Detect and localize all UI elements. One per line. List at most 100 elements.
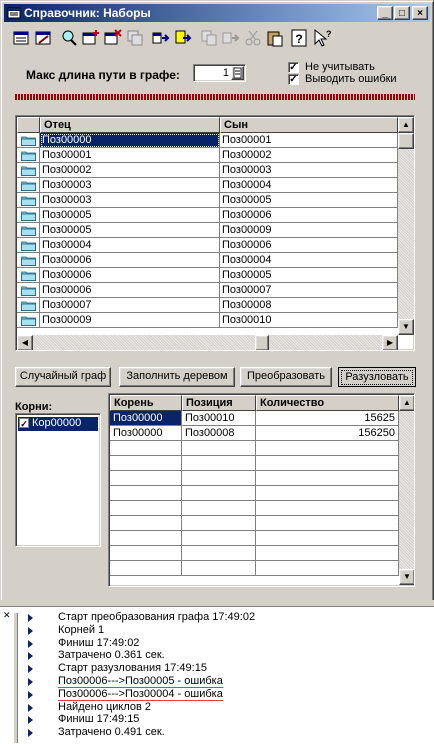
column-header-father[interactable]: Отец [40,117,220,133]
cell-father[interactable]: Поз00005 [40,208,220,223]
cell-son[interactable]: Поз00010 [220,313,398,328]
cell-son[interactable]: Поз00008 [220,298,398,313]
show-errors-checkbox[interactable]: ✓ [288,74,299,85]
cell-son[interactable]: Поз00002 [220,148,398,163]
export-icon[interactable] [173,28,193,48]
fill-tree-button[interactable]: Заполнить деревом [119,367,235,387]
table-row[interactable]: Поз00006 Поз00007 [17,283,398,298]
cell-father[interactable]: Поз00003 [40,193,220,208]
cell-root[interactable]: Поз00000 [110,411,182,426]
paste-icon[interactable] [265,28,285,48]
scroll-down-button[interactable]: ▼ [398,319,414,335]
cell-root[interactable]: Поз00000 [110,426,182,441]
cell-son[interactable]: Поз00003 [220,163,398,178]
cell-position[interactable]: Поз00008 [182,426,256,441]
cell-father[interactable]: Поз00000 [40,133,220,148]
table-row[interactable]: Поз00000 Поз00001 [17,133,398,148]
cell-son[interactable]: Поз00004 [220,253,398,268]
cell-father[interactable]: Поз00009 [40,313,220,328]
scroll-up-button[interactable]: ▲ [398,117,414,133]
column-header-position[interactable]: Позиция [182,395,256,411]
cell-position [182,546,256,561]
results-vertical-scrollbar[interactable]: ▲ ▼ [399,395,414,585]
cell-root [110,561,182,576]
forward-icon[interactable] [221,28,241,48]
cell-son[interactable]: Поз00009 [220,223,398,238]
cell-quantity[interactable]: 156250 [256,426,399,441]
table-row[interactable]: Поз00007 Поз00008 [17,298,398,313]
cell-son[interactable]: Поз00001 [220,133,398,148]
calculator-icon[interactable] [231,66,244,80]
log-close-icon[interactable]: ✕ [3,610,11,621]
roots-list-item[interactable]: ✓ Кор00000 [18,417,98,431]
find-icon[interactable] [59,28,79,48]
cell-father[interactable]: Поз00002 [40,163,220,178]
cell-father[interactable]: Поз00005 [40,223,220,238]
table-row[interactable]: Поз00000 Поз00010 15625 [110,411,399,426]
add-row-icon[interactable] [81,28,101,48]
roots-list[interactable]: ✓ Кор00000 [15,413,101,547]
cell-father[interactable]: Поз00003 [40,178,220,193]
cell-father[interactable]: Поз00006 [40,283,220,298]
maximize-button[interactable]: □ [394,6,410,20]
cell-father[interactable]: Поз00001 [40,148,220,163]
ignore-checkbox[interactable]: ✓ [288,62,299,73]
scroll-left-button[interactable]: ◀ [17,335,33,350]
minimize-button[interactable]: _ [377,6,393,20]
table-row[interactable]: Поз00005 Поз00009 [17,223,398,238]
cell-quantity[interactable]: 15625 [256,411,399,426]
table-row[interactable]: Поз00002 Поз00003 [17,163,398,178]
pairs-vertical-scrollbar[interactable]: ▲ ▼ [398,117,414,335]
table-row[interactable]: Поз00001 Поз00002 [17,148,398,163]
expand-button[interactable]: Разузловать [338,367,416,387]
cell-son[interactable]: Поз00004 [220,178,398,193]
table-row[interactable]: Поз00005 Поз00006 [17,208,398,223]
pairs-horizontal-scrollbar[interactable]: ◀ ▶ [17,335,398,350]
table-row[interactable]: Поз00000 Поз00008 156250 [110,426,399,441]
close-button[interactable]: × [412,6,428,20]
column-header-son[interactable]: Сын [220,117,398,133]
cell-father[interactable]: Поз00006 [40,268,220,283]
scissors-icon[interactable] [243,28,263,48]
results-grid[interactable]: Корень Позиция Количество Поз00000 Поз000… [108,393,415,587]
table-row[interactable]: Поз00006 Поз00005 [17,268,398,283]
move-right-icon[interactable] [151,28,171,48]
table-row[interactable]: Поз00003 Поз00005 [17,193,398,208]
scroll-thumb[interactable] [398,133,414,149]
scroll-right-button[interactable]: ▶ [382,335,398,350]
table-row[interactable]: Поз00009 Поз00010 [17,313,398,328]
log-text: Найдено циклов 2 [58,700,152,713]
copy-row-icon[interactable] [125,28,145,48]
help-icon[interactable]: ? [289,28,309,48]
table-row[interactable]: Поз00004 Поз00006 [17,238,398,253]
cell-son[interactable]: Поз00005 [220,193,398,208]
transform-button[interactable]: Преобразовать [240,367,332,387]
column-header-quantity[interactable]: Количество [256,395,399,411]
pairs-grid[interactable]: Отец Сын Поз00000 Поз00001 Поз00001 Поз0000… [15,115,415,351]
cell-father[interactable]: Поз00006 [40,253,220,268]
cell-position[interactable]: Поз00010 [182,411,256,426]
pointer-help-icon[interactable]: ? [311,28,331,48]
column-header-root[interactable]: Корень [110,395,182,411]
cell-son[interactable]: Поз00007 [220,283,398,298]
edit-table-icon[interactable] [33,28,53,48]
max-path-input[interactable]: 1 [193,64,246,82]
open-table-icon[interactable] [11,28,31,48]
cell-son[interactable]: Поз00006 [220,238,398,253]
results-scroll-down-button[interactable]: ▼ [399,569,414,585]
title-bar[interactable]: Справочник: Наборы _ □ × [4,4,430,22]
cell-father[interactable]: Поз00004 [40,238,220,253]
delete-row-icon[interactable] [103,28,123,48]
window-title: Справочник: Наборы [24,6,151,20]
random-graph-button[interactable]: Случайный граф [15,367,111,387]
cell-father[interactable]: Поз00007 [40,298,220,313]
table-row[interactable]: Поз00003 Поз00004 [17,178,398,193]
cell-son[interactable]: Поз00006 [220,208,398,223]
copy-icon[interactable] [199,28,219,48]
cell-son[interactable]: Поз00005 [220,268,398,283]
table-row[interactable]: Поз00006 Поз00004 [17,253,398,268]
results-scroll-up-button[interactable]: ▲ [399,395,414,411]
root-checkbox[interactable]: ✓ [19,418,29,429]
hscroll-thumb[interactable] [255,335,269,350]
log-grip[interactable] [13,613,18,743]
